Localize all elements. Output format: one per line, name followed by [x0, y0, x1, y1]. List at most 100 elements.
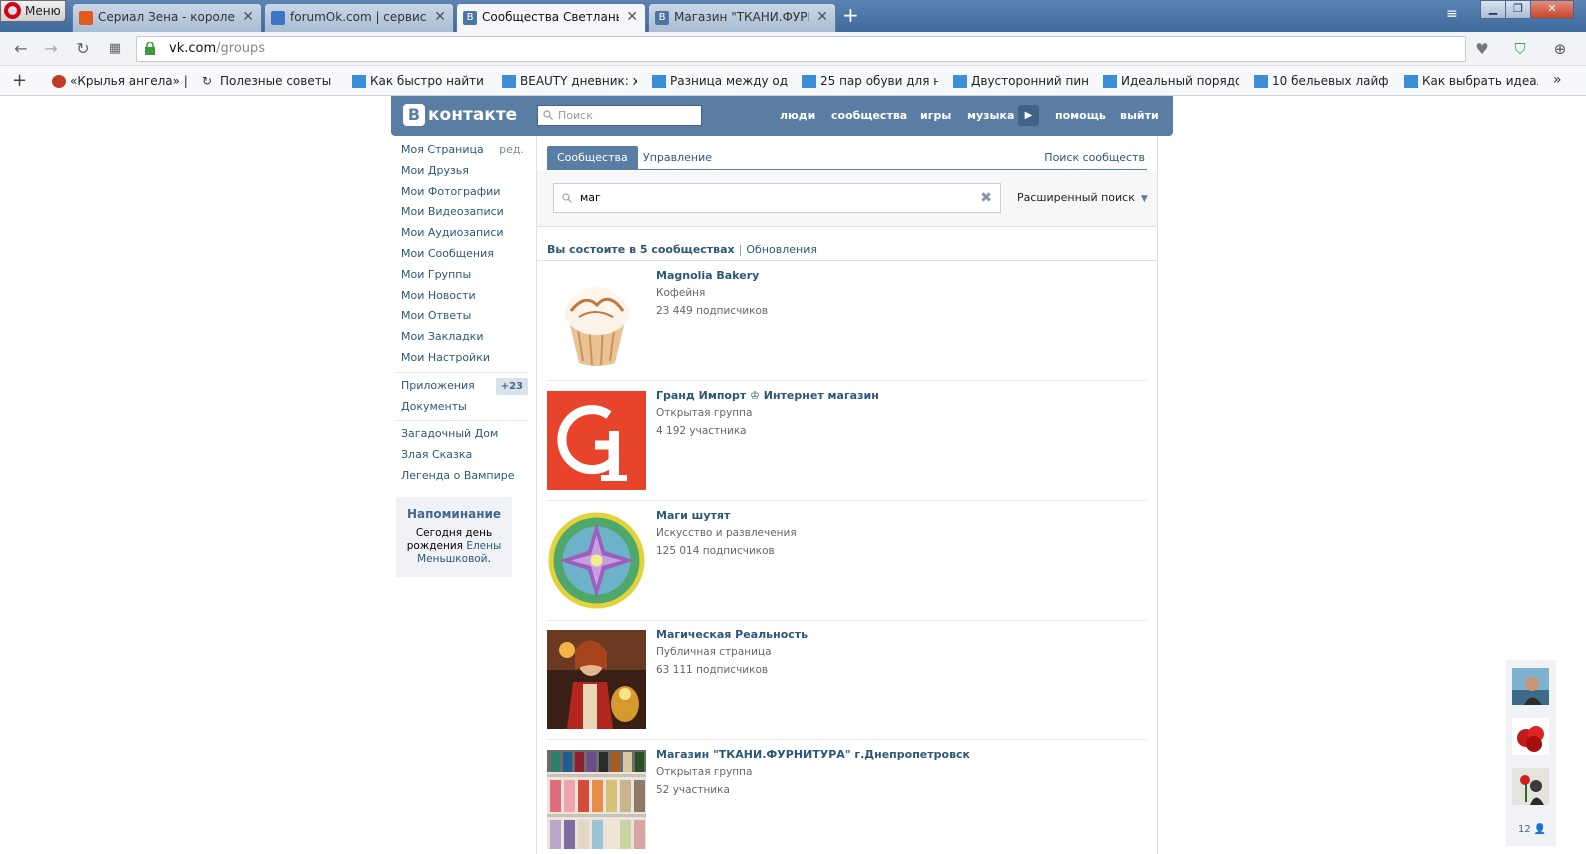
bookmarks-overflow-icon[interactable]: »: [1553, 72, 1562, 88]
advanced-search-toggle[interactable]: Расширенный поиск ▼: [1017, 183, 1148, 214]
browser-tab[interactable]: forumOk.com | сервис ре ✕: [264, 3, 454, 32]
group-avatar[interactable]: [547, 750, 646, 849]
group-name-link[interactable]: Гранд Импорт ♔ Интернет магазин: [656, 389, 879, 402]
url-field[interactable]: vk.com/groups: [136, 36, 1466, 62]
bird-icon: [802, 75, 816, 88]
add-bookmark-icon[interactable]: +: [12, 70, 27, 91]
group-name-link[interactable]: Магазин "ТКАНИ.ФУРНИТУРА" г.Днепропетров…: [656, 748, 970, 761]
group-type: Публичная страница: [656, 646, 772, 658]
menu-my-news[interactable]: Мои Новости: [391, 286, 536, 307]
download-icon[interactable]: ⊕: [1548, 39, 1572, 59]
close-tab-icon[interactable]: ✕: [816, 4, 828, 31]
menu-my-messages[interactable]: Мои Сообщения: [391, 244, 536, 265]
bookmark-item[interactable]: Как выбрать идеаль: [1404, 74, 1538, 90]
group-avatar[interactable]: [547, 630, 646, 729]
back-arrow-icon[interactable]: ←: [10, 38, 32, 60]
group-name-link[interactable]: Magnolia Bakery: [656, 269, 759, 282]
group-type: Открытая группа: [656, 766, 753, 778]
menu-game[interactable]: Злая Сказка: [391, 445, 536, 466]
bookmark-item[interactable]: BEAUTY дневник: хит: [502, 74, 637, 90]
minimize-icon[interactable]: ▁: [1480, 0, 1506, 19]
group-members-count: 125 014 подписчиков: [656, 545, 775, 557]
bird-icon: [502, 75, 516, 88]
menu-apps[interactable]: Приложения +23: [391, 376, 536, 397]
tab-communities[interactable]: Сообщества: [547, 146, 638, 170]
tab-title: Сообщества Светланы Уг: [482, 10, 619, 24]
search-communities-link[interactable]: Поиск сообществ: [1044, 146, 1145, 170]
vk-logo-text: контакте: [428, 105, 518, 125]
heart-bookmark-icon[interactable]: ♥: [1470, 39, 1494, 59]
forward-arrow-icon[interactable]: →: [40, 38, 62, 60]
close-tab-icon[interactable]: ✕: [242, 4, 254, 31]
vk-search-input[interactable]: Поиск: [537, 105, 702, 126]
tab-manage[interactable]: Управление: [643, 146, 712, 170]
nav-help[interactable]: помощь: [1055, 96, 1106, 136]
reminder-friend-link[interactable]: Елены: [466, 540, 501, 552]
new-tab-button[interactable]: +: [842, 4, 859, 26]
bookmark-item[interactable]: Идеальный порядок: [1103, 74, 1239, 90]
clear-search-icon[interactable]: ✖: [980, 184, 992, 212]
bookmark-item[interactable]: Двусторонний пинц: [953, 74, 1088, 90]
group-row: Magnolia Bakery Кофейня 23 449 подписчик…: [547, 261, 1147, 381]
bookmark-label: «Крылья ангела» | Ст: [70, 74, 187, 88]
updates-link[interactable]: Обновления: [746, 243, 817, 256]
bookmark-label: Двусторонний пинц: [971, 74, 1088, 88]
bookmark-item[interactable]: Как быстро найти пр: [352, 74, 488, 90]
group-search-value: маг: [580, 191, 601, 204]
menu-documents[interactable]: Документы: [391, 397, 536, 418]
menu-my-videos[interactable]: Мои Видеозаписи: [391, 202, 536, 223]
nav-music[interactable]: музыка: [967, 96, 1014, 136]
menu-my-page[interactable]: Моя Страница ред.: [391, 140, 536, 161]
friend-avatar[interactable]: [1512, 768, 1549, 805]
browser-tab[interactable]: Сериал Зена - королева в ✕: [72, 3, 262, 32]
bookmark-item[interactable]: «Крылья ангела» | Ст: [52, 74, 187, 90]
browser-tab[interactable]: B Магазин "ТКАНИ.ФУРНИТ ✕: [648, 3, 836, 32]
bookmark-label: Как быстро найти пр: [370, 74, 488, 88]
friend-avatar[interactable]: [1512, 718, 1549, 755]
menu-my-settings[interactable]: Мои Настройки: [391, 348, 536, 369]
friend-avatar[interactable]: [1512, 668, 1549, 705]
reminder-text-part: день: [465, 527, 493, 539]
reminder-text: Сегодня день рождения Елены Меньшковой.: [396, 527, 512, 566]
bookmark-item[interactable]: 10 бельевых лайфха: [1254, 74, 1388, 90]
group-search-input[interactable]: маг ✖: [553, 183, 1001, 213]
browser-tab-active[interactable]: B Сообщества Светланы Уг ✕: [456, 3, 646, 33]
window-close-icon[interactable]: ✕: [1530, 0, 1574, 19]
reminder-friend-link[interactable]: Меньшковой: [417, 553, 487, 565]
close-tab-icon[interactable]: ✕: [626, 4, 638, 31]
menu-my-audio[interactable]: Мои Аудиозаписи: [391, 223, 536, 244]
menu-game[interactable]: Загадочный Дом: [391, 424, 536, 445]
group-avatar[interactable]: [547, 271, 646, 370]
browser-menu-button[interactable]: Меню: [0, 0, 66, 22]
maximize-icon[interactable]: ❐: [1505, 0, 1531, 19]
online-count[interactable]: 12 👤: [1518, 824, 1546, 835]
nav-logout[interactable]: выйти: [1120, 96, 1159, 136]
group-name-link[interactable]: Маги шутят: [656, 509, 730, 522]
shield-check-icon[interactable]: ⛉: [1508, 39, 1532, 59]
bookmark-item[interactable]: ↻ Полезные советы | М: [202, 74, 336, 90]
group-row: Маги шутят Искусство и развлечения 125 0…: [547, 501, 1147, 621]
nav-games[interactable]: игры: [920, 96, 951, 136]
group-avatar[interactable]: [547, 511, 646, 610]
reload-icon[interactable]: ↻: [72, 38, 94, 60]
edit-link[interactable]: ред.: [499, 140, 524, 161]
speed-dial-grid-icon[interactable]: ▦: [104, 38, 126, 60]
menu-game[interactable]: Легенда о Вампире: [391, 466, 536, 487]
play-icon[interactable]: ▶: [1018, 105, 1039, 126]
nav-people[interactable]: люди: [780, 96, 815, 136]
group-name-link[interactable]: Магическая Реальность: [656, 628, 808, 641]
vk-logo[interactable]: Вконтакте: [403, 104, 517, 128]
group-avatar[interactable]: [547, 391, 646, 490]
bookmark-item[interactable]: Разница между оде: [652, 74, 788, 90]
close-tab-icon[interactable]: ✕: [434, 4, 446, 31]
menu-my-groups[interactable]: Мои Группы: [391, 265, 536, 286]
bookmark-item[interactable]: 25 пар обуви для не: [802, 74, 938, 90]
menu-my-answers[interactable]: Мои Ответы: [391, 306, 536, 327]
bookmark-label: BEAUTY дневник: хит: [520, 74, 637, 88]
menu-my-friends[interactable]: Мои Друзья: [391, 161, 536, 182]
menu-my-bookmarks[interactable]: Мои Закладки: [391, 327, 536, 348]
nav-communities[interactable]: сообщества: [831, 96, 907, 136]
group-members-count: 23 449 подписчиков: [656, 305, 769, 317]
tab-list-icon[interactable]: ≡: [1446, 6, 1458, 22]
menu-my-photos[interactable]: Мои Фотографии: [391, 182, 536, 203]
